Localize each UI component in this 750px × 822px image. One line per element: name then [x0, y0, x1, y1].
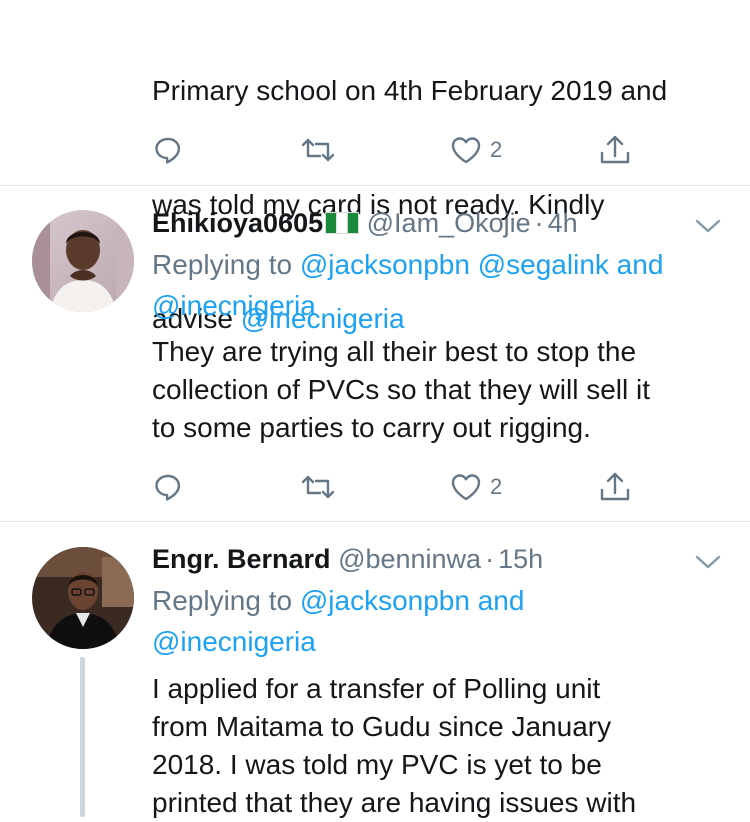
share-button[interactable] — [598, 467, 632, 507]
mention-connector: and — [608, 249, 664, 280]
mention-link[interactable]: @segalink — [478, 249, 609, 280]
separator-dot: · — [485, 544, 495, 574]
mention-connector: and — [469, 585, 525, 616]
share-icon — [600, 472, 630, 501]
reply-button[interactable] — [152, 467, 184, 507]
user-handle[interactable]: @Iam_Okojie — [367, 208, 531, 238]
like-button[interactable]: 2 — [450, 467, 502, 507]
tweet-text: They are trying all their best to stop t… — [152, 336, 650, 443]
retweet-icon — [301, 475, 335, 499]
reply-icon — [155, 137, 181, 164]
chevron-down-icon[interactable] — [694, 552, 722, 572]
like-count: 2 — [490, 137, 503, 162]
tweet-actions: 2 — [152, 130, 652, 170]
replying-to: Replying to @jacksonpbn @segalink and @in… — [152, 244, 727, 326]
share-button[interactable] — [598, 130, 632, 170]
replying-to: Replying to @jacksonpbn and @inecnigeria — [152, 580, 727, 662]
like-button[interactable]: 2 — [450, 130, 502, 170]
chevron-down-icon[interactable] — [694, 216, 722, 236]
tweet-header: Engr. Bernard @benninwa · 15h — [152, 542, 672, 576]
replying-label: Replying to — [152, 585, 300, 616]
display-name[interactable]: Ehikioya0605 — [152, 208, 323, 238]
mention-link[interactable]: @inecnigeria — [152, 626, 316, 657]
reply-icon — [155, 474, 181, 501]
separator-dot: · — [534, 208, 544, 238]
heart-icon — [451, 474, 481, 501]
like-count: 2 — [490, 474, 503, 499]
replying-label: Replying to — [152, 249, 300, 280]
timestamp[interactable]: 15h — [498, 544, 543, 574]
retweet-icon — [301, 138, 335, 162]
share-icon — [600, 135, 630, 164]
reply-button[interactable] — [152, 130, 184, 170]
tweet-top[interactable]: Primary school on 4th February 2019 and … — [0, 0, 750, 334]
avatar-image — [32, 210, 134, 312]
timestamp[interactable]: 4h — [548, 208, 578, 238]
mention-link[interactable]: @inecnigeria — [152, 290, 316, 321]
tweet-bernard[interactable]: Engr. Bernard @benninwa · 15h Replying to … — [0, 522, 750, 818]
user-handle[interactable]: @benninwa — [338, 544, 481, 574]
mention-link[interactable]: @jacksonpbn — [300, 585, 470, 616]
display-name[interactable]: Engr. Bernard — [152, 544, 331, 574]
heart-icon — [451, 137, 481, 164]
tweet-text: I applied for a transfer of Polling unit… — [152, 673, 637, 818]
tweet-header: Ehikioya0605 @Iam_Okojie · 4h — [152, 206, 672, 240]
mention-link[interactable]: @jacksonpbn — [300, 249, 470, 280]
retweet-button[interactable] — [300, 467, 336, 507]
tweet-okojie[interactable]: Ehikioya0605 @Iam_Okojie · 4h Replying to … — [0, 186, 750, 521]
avatar-image — [32, 547, 134, 649]
avatar[interactable] — [32, 210, 134, 312]
nigeria-flag-icon — [325, 212, 360, 234]
tweet-actions: 2 — [152, 467, 652, 507]
avatar[interactable] — [32, 547, 134, 649]
tweet-text-line: Primary school on 4th February 2019 and — [152, 75, 668, 106]
retweet-button[interactable] — [300, 130, 336, 170]
thread-connector — [80, 657, 85, 817]
